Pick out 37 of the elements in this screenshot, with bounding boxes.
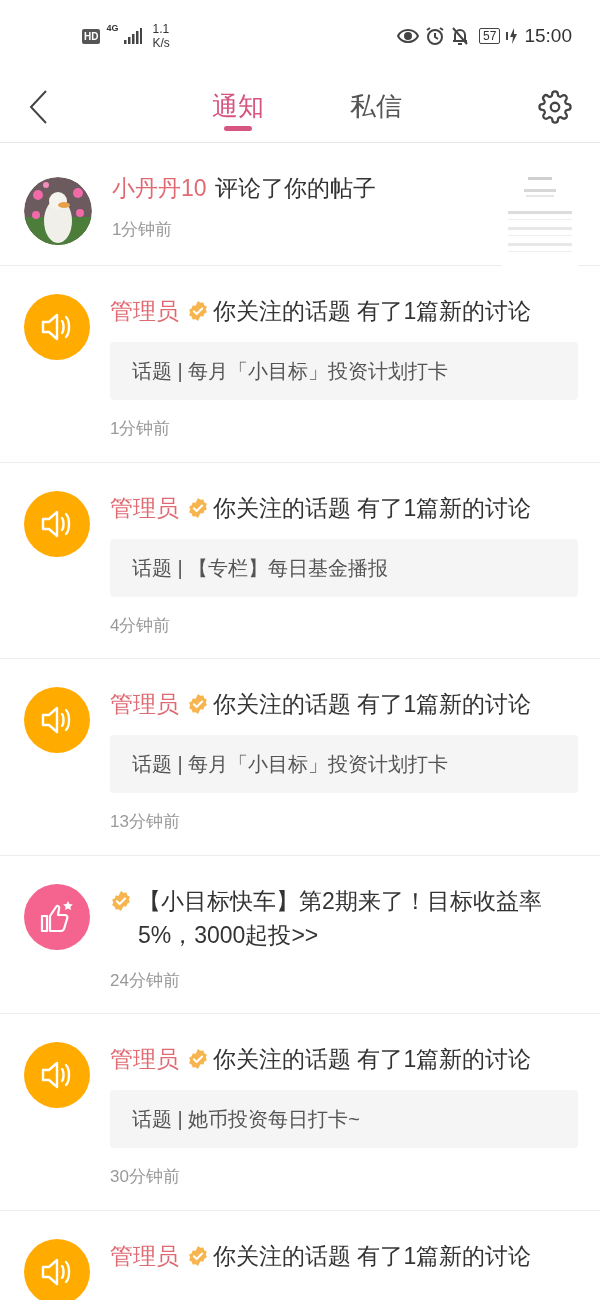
- signal-icon: [124, 28, 143, 44]
- sender-name[interactable]: 小丹丹10: [112, 175, 207, 201]
- battery-level: 57: [479, 28, 501, 44]
- timestamp: 13分钟前: [110, 811, 181, 833]
- network-speed-unit: K/s: [152, 36, 170, 50]
- settings-icon[interactable]: [538, 90, 572, 124]
- sender-name[interactable]: 管理员: [110, 494, 179, 521]
- sender-name[interactable]: 管理员: [110, 1242, 179, 1269]
- notification-text: 【小目标快车】第2期来了！目标收益率5%，3000起投>>: [138, 886, 543, 950]
- notification-text: 你关注的话题 有了1篇新的讨论: [213, 1242, 532, 1269]
- notification-text: 你关注的话题 有了1篇新的讨论: [213, 691, 532, 717]
- topic-card[interactable]: 话题 | 【专栏】每日基金播报: [110, 538, 578, 597]
- timestamp: 30分钟前: [110, 1166, 181, 1188]
- charging-icon: [506, 28, 519, 44]
- timestamp: 24分钟前: [110, 969, 181, 992]
- topic-card[interactable]: 话题 | 她币投资每日打卡~: [110, 1090, 578, 1148]
- network-speed: 1.1: [152, 22, 170, 36]
- sender-name[interactable]: 管理员: [110, 691, 179, 717]
- timestamp: 4分钟前: [110, 614, 172, 637]
- notification-text: 你关注的话题 有了1篇新的讨论: [213, 1046, 532, 1072]
- timestamp: 1分钟前: [110, 418, 172, 440]
- notification-text: 评论了你的帖子: [214, 175, 376, 201]
- sender-name[interactable]: 管理员: [110, 298, 179, 324]
- notification-text: 你关注的话题 有了1篇新的讨论: [213, 494, 532, 521]
- sender-name[interactable]: 管理员: [110, 1046, 179, 1072]
- tab[interactable]: 私信: [350, 83, 402, 131]
- notification-text: 你关注的话题 有了1篇新的讨论: [213, 298, 532, 324]
- bell-off-icon: [451, 26, 470, 46]
- topic-card[interactable]: 话题 | 每月「小目标」投资计划打卡: [110, 342, 578, 400]
- clock-time: 15:00: [524, 23, 572, 48]
- hd-icon: HD: [82, 28, 101, 44]
- alarm-icon: [425, 26, 446, 46]
- tab[interactable]: 通知: [212, 83, 264, 131]
- topic-card[interactable]: 话题 | 每月「小目标」投资计划打卡: [110, 735, 578, 793]
- timestamp: 1分钟前: [112, 219, 174, 241]
- network-type: 4G: [106, 24, 119, 33]
- eye-icon: [397, 28, 420, 44]
